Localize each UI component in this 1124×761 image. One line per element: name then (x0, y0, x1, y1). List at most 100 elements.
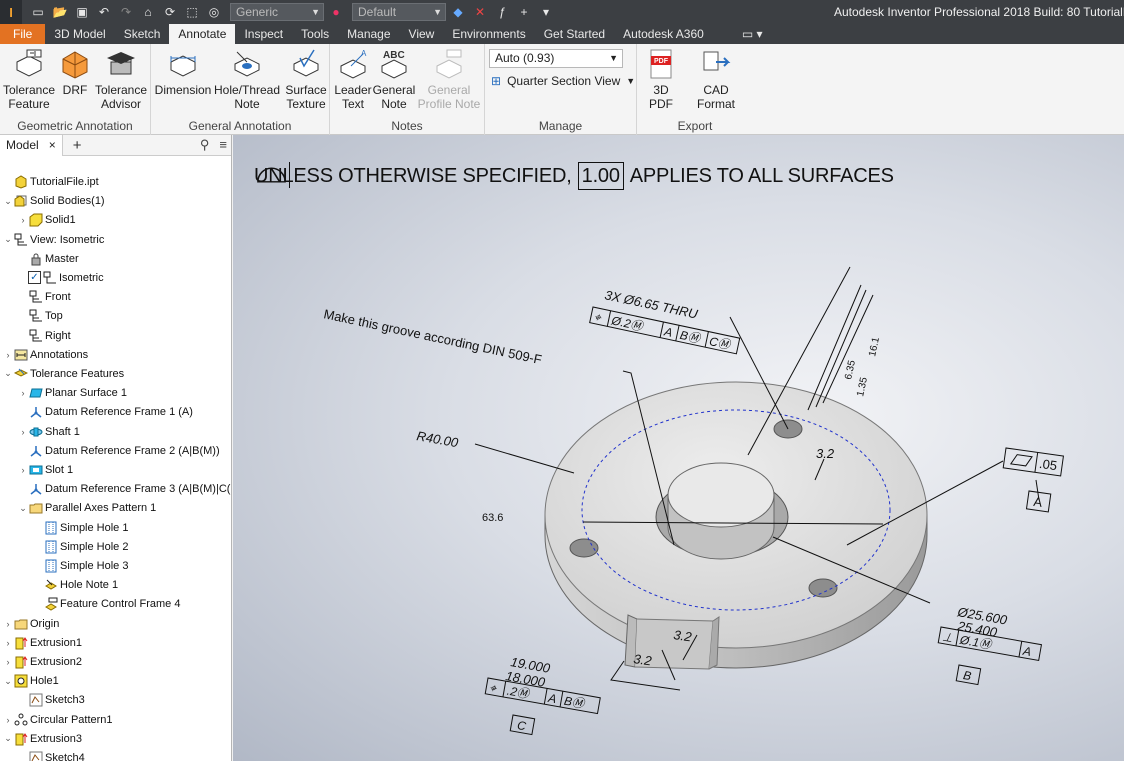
expand-chevron-icon[interactable]: › (3, 715, 13, 725)
tab-view[interactable]: View (400, 24, 444, 44)
save-icon[interactable]: ▣ (72, 3, 92, 21)
surface-texture-button[interactable]: Surface Texture (284, 48, 328, 111)
expand-chevron-icon[interactable]: › (3, 350, 13, 360)
flatness-control-frame[interactable]: .05 (1002, 447, 1065, 477)
appearance-sphere-icon[interactable]: ● (326, 3, 346, 21)
tree-node[interactable]: Datum Reference Frame 1 (A) (18, 403, 193, 422)
tab-inspect[interactable]: Inspect (235, 24, 292, 44)
tree-node[interactable]: ⌄ View: Isometric (3, 230, 104, 249)
tree-node[interactable]: › Origin (3, 614, 60, 633)
export-3d-pdf-button[interactable]: PDF 3D PDF (641, 48, 681, 111)
tree-node[interactable]: › Planar Surface 1 (18, 384, 127, 403)
tree-node[interactable]: Front (18, 288, 71, 307)
inventor-logo[interactable]: I (0, 0, 22, 24)
tree-node[interactable]: Right (18, 326, 71, 345)
undo-icon[interactable]: ↶ (94, 3, 114, 21)
tree-node[interactable]: Sketch4 (18, 748, 85, 761)
adjust-appearance-icon[interactable]: ◆ (448, 3, 468, 21)
part-model-drawing[interactable]: Make this groove according DIN 509-F R40… (233, 135, 1124, 761)
qat-customize-icon[interactable]: ▾ (536, 3, 556, 21)
tree-node[interactable]: Simple Hole 1 (33, 518, 128, 537)
close-icon[interactable]: × (49, 138, 56, 152)
update-icon[interactable]: ⟳ (160, 3, 180, 21)
expand-chevron-icon[interactable]: › (18, 388, 28, 398)
tree-node[interactable]: ✓ Isometric (18, 268, 104, 287)
expand-chevron-icon[interactable]: › (3, 619, 13, 629)
redo-icon[interactable]: ↷ (116, 3, 136, 21)
drf-button[interactable]: DRF (60, 48, 90, 97)
dimension-button[interactable]: Dimension (155, 48, 211, 97)
tolerance-advisor-button[interactable]: Tolerance Advisor (94, 48, 148, 111)
datum-a-symbol[interactable]: A (1025, 490, 1052, 513)
collapse-chevron-icon[interactable]: ⌄ (3, 733, 13, 744)
expand-chevron-icon[interactable]: › (18, 465, 28, 475)
new-file-icon[interactable]: ▭ (28, 3, 48, 21)
collapse-chevron-icon[interactable]: ⌄ (3, 676, 13, 687)
expand-chevron-icon[interactable]: › (3, 638, 13, 648)
tab-manage[interactable]: Manage (338, 24, 399, 44)
tab-tools[interactable]: Tools (292, 24, 338, 44)
tree-node[interactable]: ⌄ Hole1 (3, 672, 59, 691)
expand-chevron-icon[interactable]: › (18, 427, 28, 437)
menu-icon[interactable]: ≡ (219, 137, 227, 153)
expand-chevron-icon[interactable]: › (18, 215, 28, 225)
collapse-chevron-icon[interactable]: ⌄ (18, 503, 28, 514)
tree-node[interactable]: › Circular Pattern1 (3, 710, 113, 729)
tree-node[interactable]: › Extrusion2 (3, 652, 82, 671)
tab-environments[interactable]: Environments (443, 24, 534, 44)
add-browser-tab-icon[interactable]: + (73, 137, 82, 154)
tree-node[interactable]: › Annotations (3, 345, 89, 364)
tree-node[interactable]: Datum Reference Frame 3 (A|B(M)|C(M (18, 480, 231, 499)
browser-tab-model[interactable]: Model × (0, 135, 63, 156)
tab-annotate[interactable]: Annotate (169, 24, 236, 44)
appearance-dropdown[interactable]: Default ▼ (352, 3, 446, 21)
tree-node[interactable]: ⌄ Extrusion3 (3, 729, 82, 748)
collapse-chevron-icon[interactable]: ⌄ (3, 368, 13, 379)
hole-thread-note-button[interactable]: Hole/Thread Note (214, 48, 280, 111)
flange-body[interactable] (544, 381, 928, 670)
tree-node[interactable]: Simple Hole 2 (33, 537, 128, 556)
datum-c-symbol[interactable]: C (509, 714, 536, 736)
collapse-chevron-icon[interactable]: ⌄ (3, 196, 13, 207)
tree-node[interactable]: Feature Control Frame 4 (33, 595, 180, 614)
tree-node[interactable]: › Solid1 (18, 211, 76, 230)
leader-text-button[interactable]: A Leader Text (332, 48, 374, 111)
checkbox-checked-icon[interactable]: ✓ (28, 271, 41, 285)
general-note-button[interactable]: ABC General Note (372, 48, 416, 111)
tree-node[interactable]: Hole Note 1 (33, 576, 118, 595)
select-filter-icon[interactable]: ⬚ (182, 3, 202, 21)
tree-node[interactable]: Sketch3 (18, 691, 85, 710)
expand-chevron-icon[interactable]: › (3, 657, 13, 667)
quarter-section-view-button[interactable]: ⊞ Quarter Section View ▼ (491, 74, 635, 88)
general-profile-note-button[interactable]: General Profile Note (416, 48, 482, 111)
tree-node[interactable]: Master (18, 249, 79, 268)
ribbon-display-toggle[interactable]: ▭ ▾ (733, 24, 772, 44)
export-cad-format-button[interactable]: CAD Format (683, 48, 749, 111)
material-dropdown[interactable]: Generic ▼ (230, 3, 324, 21)
tolerance-feature-button[interactable]: Tolerance Feature (3, 48, 55, 111)
tab-file[interactable]: File (0, 24, 46, 44)
fx-parameters-icon[interactable]: ƒ (492, 3, 512, 21)
collapse-chevron-icon[interactable]: ⌄ (3, 234, 13, 245)
graphics-window[interactable]: UNLESS OTHERWISE SPECIFIED, 1.00 APPLIES… (233, 135, 1124, 761)
tree-node[interactable]: TutorialFile.ipt (3, 172, 99, 191)
tree-node[interactable]: ⌄ Tolerance Features (3, 364, 124, 383)
tab-autodesk-a360[interactable]: Autodesk A360 (614, 24, 713, 44)
datum-b-symbol[interactable]: B (955, 664, 982, 686)
annotation-scale-dropdown[interactable]: Auto (0.93) ▼ (489, 49, 623, 68)
clear-appearance-icon[interactable]: ✕ (470, 3, 490, 21)
color-wheel-icon[interactable]: ◎ (204, 3, 224, 21)
tree-node[interactable]: Top (18, 307, 63, 326)
tab-3d-model[interactable]: 3D Model (45, 24, 114, 44)
tab-sketch[interactable]: Sketch (115, 24, 170, 44)
tree-node[interactable]: Datum Reference Frame 2 (A|B(M)) (18, 441, 220, 460)
tree-node[interactable]: ⌄ Solid Bodies(1) (3, 192, 104, 211)
tree-node[interactable]: › Extrusion1 (3, 633, 82, 652)
plus-icon[interactable]: + (514, 3, 534, 21)
tab-get-started[interactable]: Get Started (535, 24, 614, 44)
tree-node[interactable]: › Slot 1 (18, 460, 74, 479)
tree-node[interactable]: › Shaft 1 (18, 422, 80, 441)
tree-node[interactable]: Simple Hole 3 (33, 556, 128, 575)
search-icon[interactable]: ⚲ (200, 137, 210, 153)
tree-node[interactable]: ⌄ Parallel Axes Pattern 1 (18, 499, 156, 518)
